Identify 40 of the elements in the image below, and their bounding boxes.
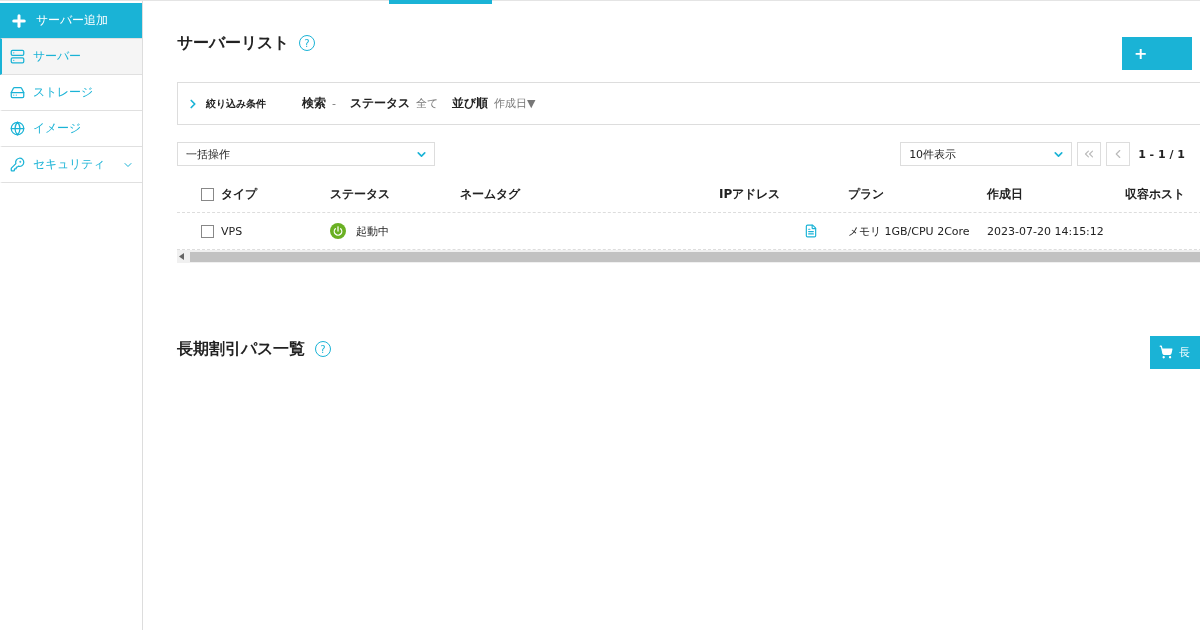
column-header: ネームタグ [460, 185, 522, 203]
filter-label[interactable]: 絞り込み条件 [206, 96, 266, 111]
globe-icon [10, 121, 25, 136]
filter-name: 検索 [302, 95, 326, 112]
per-page-select[interactable]: 10件表示 [900, 142, 1073, 166]
purchase-button[interactable]: 長 [1150, 335, 1200, 369]
column-header: ステータス [330, 185, 391, 203]
column-header: タイプ [221, 185, 259, 203]
drive-icon [10, 85, 25, 100]
first-page-button[interactable] [1077, 142, 1102, 166]
column-header: 作成日 [987, 185, 1024, 203]
plus-icon [10, 11, 28, 30]
section-title: 長期割引パス一覧 [177, 338, 305, 360]
sidebar-item[interactable]: サーバー [0, 39, 142, 75]
filter-value: 全て [416, 96, 438, 111]
column-header: IPアドレス [719, 185, 782, 203]
add-server-button[interactable]: サーバー追加 [0, 3, 142, 39]
bulk-action-select[interactable]: 一括操作 [177, 142, 435, 166]
filter-name: 並び順 [452, 95, 488, 112]
filter-value: - [332, 97, 336, 110]
section-title: サーバーリスト [177, 32, 289, 54]
status-text: 起動中 [356, 223, 389, 239]
filter-value: 作成日▼ [494, 96, 536, 111]
page-range: 1 - 1 / 1 [1138, 147, 1185, 161]
scroll-left-icon[interactable] [179, 253, 184, 260]
filter-name: ステータス [350, 95, 410, 112]
horizontal-scrollbar[interactable] [177, 250, 1200, 263]
cart-icon [1159, 345, 1173, 359]
column-header: 収容ホスト [1125, 185, 1186, 203]
checkbox[interactable] [201, 187, 214, 201]
previous-page-button[interactable] [1106, 142, 1131, 166]
key-icon [10, 157, 25, 172]
checkbox[interactable] [201, 224, 214, 238]
table-cell-text: メモリ 1GB/CPU 2Core [848, 223, 971, 239]
add-button[interactable]: + [1122, 36, 1192, 70]
document-icon[interactable] [804, 224, 818, 238]
column-header: プラン [848, 185, 885, 203]
table-cell-text: 2023-07-20 14:15:12 [987, 224, 1105, 238]
table-cell-text: VPS [221, 224, 244, 238]
server-icon [10, 49, 25, 64]
